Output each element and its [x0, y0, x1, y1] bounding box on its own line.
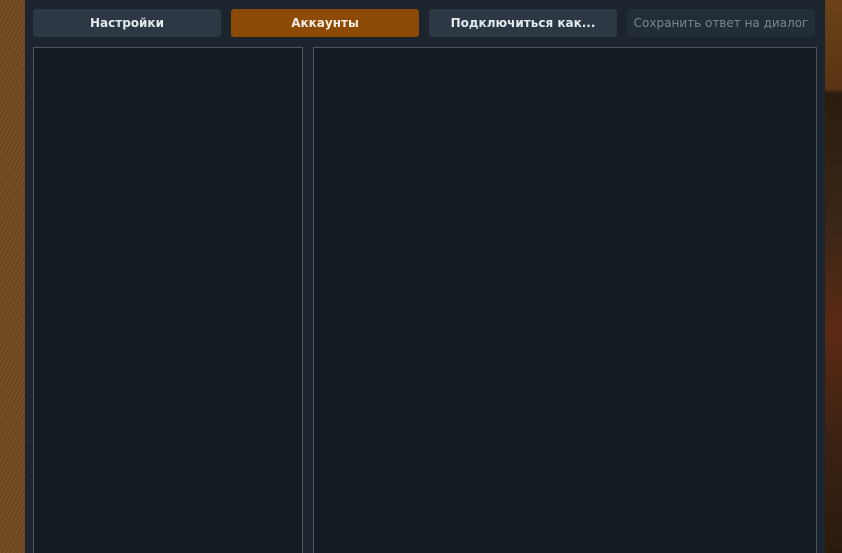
- background-left: [0, 0, 25, 553]
- account-details-panel[interactable]: [313, 47, 817, 553]
- accounts-list-panel[interactable]: [33, 47, 303, 553]
- background-right: [825, 0, 842, 553]
- tab-accounts[interactable]: Аккаунты: [231, 9, 419, 37]
- tab-connect-as[interactable]: Подключиться как...: [429, 9, 617, 37]
- save-reply-button: Сохранить ответ на диалог: [627, 9, 815, 37]
- tab-settings[interactable]: Настройки: [33, 9, 221, 37]
- main-window: Настройки Аккаунты Подключиться как... С…: [25, 0, 825, 553]
